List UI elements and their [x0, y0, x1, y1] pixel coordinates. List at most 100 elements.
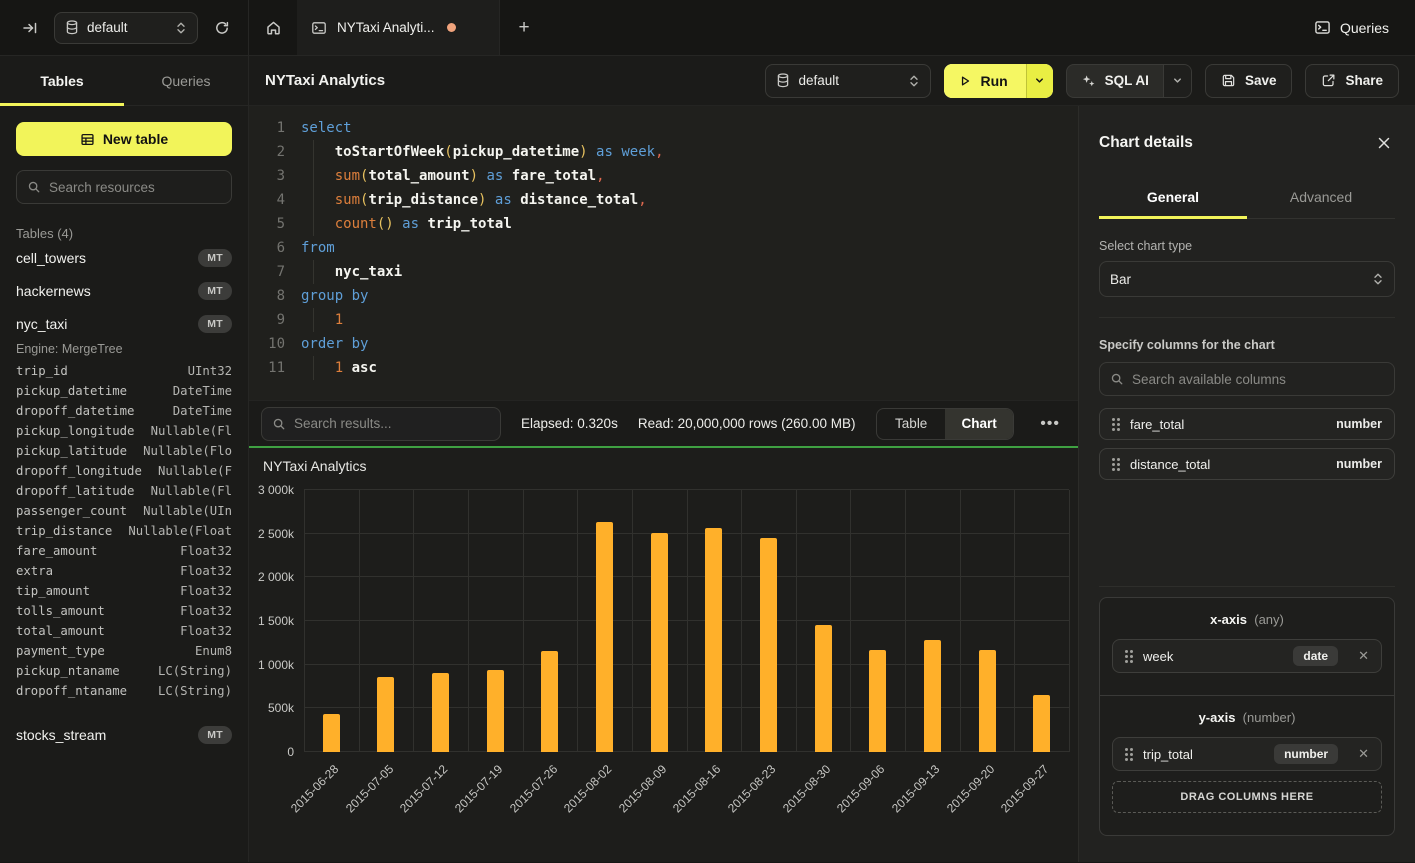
sidebar: Tables Queries New table Tables (4) cell… [0, 56, 249, 862]
close-icon[interactable] [1373, 132, 1395, 154]
share-label: Share [1345, 73, 1383, 88]
sql-ai-caret[interactable] [1163, 65, 1191, 97]
x-tick-label: 2015-09-27 [998, 762, 1051, 815]
table-column-row: dropoff_datetimeDateTime [16, 404, 232, 424]
engine-badge: MT [198, 726, 232, 744]
axis-column-type-badge: number [1274, 744, 1338, 764]
bar [377, 677, 394, 752]
table-row[interactable]: cell_towers MT [16, 241, 232, 274]
sql-editor[interactable]: 1select2 toStartOfWeek(pickup_datetime) … [249, 106, 1078, 400]
columns-search-input[interactable] [1132, 372, 1384, 387]
results-toolbar: Elapsed: 0.320s Read: 20,000,000 rows (2… [249, 400, 1078, 446]
available-column-distance-total[interactable]: distance_total number [1099, 448, 1395, 480]
database-selector-value: default [87, 20, 128, 35]
unsaved-dot [447, 23, 456, 32]
gridline [687, 490, 688, 752]
refresh-icon[interactable] [210, 16, 234, 40]
sidebar-tabs: Tables Queries [0, 56, 248, 106]
results-search-input[interactable] [294, 416, 490, 431]
run-button-main[interactable]: Run [944, 64, 1025, 98]
tables-section-title: Tables (4) [16, 226, 232, 241]
toolbar-database-selector[interactable]: default [765, 64, 931, 98]
line-number: 5 [249, 212, 285, 236]
sql-ai-button[interactable]: SQL AI [1066, 64, 1192, 98]
workspace: 1select2 toStartOfWeek(pickup_datetime) … [249, 106, 1078, 862]
database-selector[interactable]: default [54, 12, 198, 44]
x-tick-label: 2015-07-26 [506, 762, 559, 815]
drag-handle-icon[interactable] [1112, 418, 1120, 431]
queries-button[interactable]: Queries [1314, 19, 1389, 36]
chart-plot[interactable]: 0500k1 000k1 500k2 000k2 500k3 000k [304, 490, 1069, 752]
code-line: 11 1 asc [249, 356, 1078, 380]
elapsed-stat: Elapsed: 0.320s [521, 416, 618, 431]
run-button[interactable]: Run [944, 64, 1052, 98]
table-column-row: pickup_latitudeNullable(Flo [16, 444, 232, 464]
resource-search-input[interactable] [49, 180, 221, 195]
sql-ai-main[interactable]: SQL AI [1067, 65, 1163, 97]
axis-column-name: trip_total [1143, 747, 1193, 762]
collapse-sidebar-icon[interactable] [18, 16, 42, 40]
new-table-label: New table [103, 131, 168, 147]
x-axis-chip-week[interactable]: week date ✕ [1112, 639, 1382, 673]
line-number: 1 [249, 116, 285, 140]
panel-tab-advanced[interactable]: Advanced [1247, 176, 1395, 218]
save-button[interactable]: Save [1205, 64, 1293, 98]
drop-zone[interactable]: DRAG COLUMNS HERE [1112, 781, 1382, 813]
more-options-button[interactable]: ••• [1034, 415, 1066, 433]
table-name: hackernews [16, 283, 91, 299]
chart-x-labels: 2015-06-282015-07-052015-07-122015-07-19… [304, 752, 1069, 852]
table-column-row: total_amountFloat32 [16, 624, 232, 644]
x-tick-label: 2015-07-12 [397, 762, 450, 815]
view-toggle: Table Chart [876, 408, 1014, 440]
line-number: 4 [249, 188, 285, 212]
table-name: stocks_stream [16, 727, 106, 743]
code-line: 7 nyc_taxi [249, 260, 1078, 284]
y-axis-chip-trip-total[interactable]: trip_total number ✕ [1112, 737, 1382, 771]
drag-handle-icon[interactable] [1112, 458, 1120, 471]
drag-handle-icon[interactable] [1125, 748, 1133, 761]
chart-type-select[interactable]: Bar [1099, 261, 1395, 297]
query-tab[interactable]: NYTaxi Analyti... [297, 0, 500, 55]
run-label: Run [980, 73, 1007, 89]
table-column-row: tolls_amountFloat32 [16, 604, 232, 624]
drag-handle-icon[interactable] [1125, 650, 1133, 663]
axis-config: x-axis (any) week date ✕ y-axis (number) [1099, 597, 1395, 836]
run-options-caret[interactable] [1026, 64, 1053, 98]
available-column-fare-total[interactable]: fare_total number [1099, 408, 1395, 440]
view-toggle-table[interactable]: Table [877, 409, 945, 439]
line-number: 2 [249, 140, 285, 164]
x-tick-label: 2015-08-23 [725, 762, 778, 815]
sidebar-tab-queries[interactable]: Queries [124, 56, 248, 105]
line-number: 10 [249, 332, 285, 356]
panel-tab-general[interactable]: General [1099, 176, 1247, 218]
y-axis-heading: y-axis (number) [1112, 710, 1382, 725]
view-toggle-chart[interactable]: Chart [945, 409, 1013, 439]
remove-column-icon[interactable]: ✕ [1358, 648, 1369, 664]
gridline [577, 490, 578, 752]
engine-badge: MT [198, 249, 232, 267]
bar [979, 650, 996, 752]
code-line: 9 1 [249, 308, 1078, 332]
table-column-row: pickup_datetimeDateTime [16, 384, 232, 404]
table-row[interactable]: nyc_taxiMT [16, 307, 232, 340]
bar [651, 533, 668, 752]
table-row[interactable]: stocks_stream MT [16, 718, 232, 751]
gridline [304, 490, 305, 752]
table-name: cell_towers [16, 250, 86, 266]
x-tick-label: 2015-07-19 [452, 762, 505, 815]
sidebar-tab-tables[interactable]: Tables [0, 56, 124, 105]
x-tick-label: 2015-09-20 [944, 762, 997, 815]
share-button[interactable]: Share [1305, 64, 1399, 98]
x-tick-label: 2015-07-05 [343, 762, 396, 815]
bar [596, 522, 613, 752]
table-row[interactable]: hackernewsMT [16, 274, 232, 307]
remove-column-icon[interactable]: ✕ [1358, 746, 1369, 762]
new-tab-button[interactable]: + [500, 0, 548, 55]
bar [1033, 695, 1050, 752]
home-icon[interactable] [249, 0, 297, 55]
table-column-row: trip_distanceNullable(Float [16, 524, 232, 544]
share-icon [1321, 73, 1336, 88]
chart-type-value: Bar [1110, 272, 1131, 287]
x-tick-label: 2015-09-13 [889, 762, 942, 815]
new-table-button[interactable]: New table [16, 122, 232, 156]
